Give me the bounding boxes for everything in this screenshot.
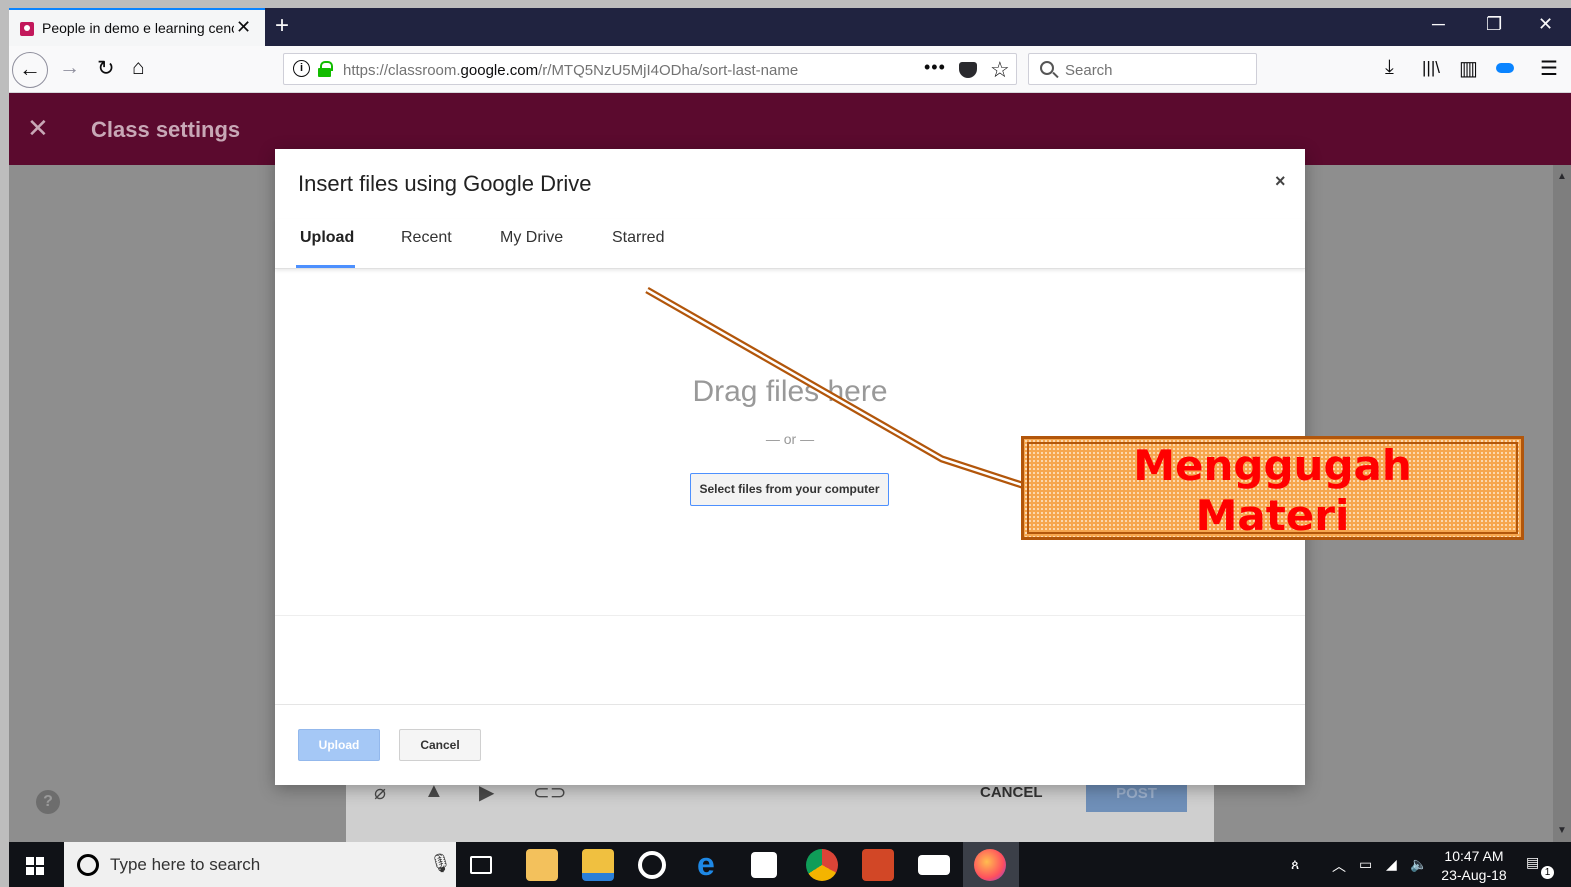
url-text[interactable]: https://classroom.google.com/r/MTQ5NzU5M… bbox=[343, 62, 798, 79]
tab-recent[interactable]: Recent bbox=[401, 229, 452, 247]
mail-app-icon[interactable] bbox=[526, 849, 558, 881]
page-scrollbar[interactable]: ▲ ▼ bbox=[1553, 165, 1571, 842]
firefox-icon[interactable] bbox=[974, 849, 1006, 881]
drag-files-text[interactable]: Drag files here bbox=[275, 375, 1305, 409]
back-icon[interactable]: ← bbox=[12, 52, 48, 88]
bookmark-star-icon[interactable]: ☆ bbox=[990, 57, 1010, 83]
search-icon bbox=[1040, 61, 1054, 75]
task-view-icon[interactable] bbox=[470, 856, 492, 874]
card-cancel-button[interactable]: CANCEL bbox=[980, 784, 1043, 801]
reload-icon[interactable]: ↻ bbox=[97, 56, 115, 81]
people-icon[interactable]: ጰ bbox=[1291, 856, 1299, 873]
callout-box: Menggugah Materi bbox=[1021, 436, 1524, 540]
chrome-icon[interactable] bbox=[806, 849, 838, 881]
browser-search-input[interactable]: Search bbox=[1028, 53, 1257, 85]
active-tab-indicator bbox=[296, 265, 355, 268]
menu-icon[interactable]: ☰ bbox=[1540, 56, 1558, 81]
callout-text: Menggugah Materi bbox=[1024, 439, 1521, 541]
volume-icon[interactable]: 🔈 bbox=[1410, 856, 1427, 873]
tab-my-drive[interactable]: My Drive bbox=[500, 229, 563, 247]
restore-icon[interactable]: ❐ bbox=[1486, 14, 1502, 35]
info-icon[interactable]: i bbox=[293, 60, 310, 77]
new-tab-icon[interactable]: + bbox=[275, 12, 289, 40]
edge-browser-icon[interactable]: e bbox=[697, 848, 729, 881]
minimize-icon[interactable]: ─ bbox=[1432, 14, 1445, 35]
clock-date: 23-Aug-18 bbox=[1441, 867, 1507, 883]
select-files-button[interactable]: Select files from your computer bbox=[690, 473, 889, 506]
dialog-divider bbox=[275, 615, 1305, 616]
forward-icon[interactable]: → bbox=[59, 56, 80, 80]
cancel-button[interactable]: Cancel bbox=[399, 729, 481, 761]
media-app-icon[interactable] bbox=[638, 851, 666, 879]
browser-tab[interactable]: People in demo e learning cenc ✕ bbox=[9, 8, 265, 46]
dialog-close-icon[interactable]: × bbox=[1275, 171, 1286, 192]
lock-icon[interactable] bbox=[318, 61, 333, 77]
callout-line-1: Menggugah bbox=[1133, 441, 1412, 490]
action-center-icon[interactable]: ▤ bbox=[1526, 854, 1539, 871]
clock-time: 10:47 AM bbox=[1444, 848, 1504, 864]
search-placeholder: Search bbox=[1065, 62, 1113, 79]
windows-start-icon[interactable] bbox=[26, 857, 44, 875]
page-actions-icon[interactable]: ••• bbox=[924, 57, 946, 78]
notification-badge: 1 bbox=[1541, 866, 1554, 879]
dialog-title: Insert files using Google Drive bbox=[298, 171, 592, 196]
onedrive-icon[interactable] bbox=[1496, 63, 1514, 73]
browser-navbar: ← → ↻ ⌂ i https://classroom.google.com/r… bbox=[9, 46, 1571, 93]
upload-button[interactable]: Upload bbox=[298, 729, 380, 761]
office-icon[interactable] bbox=[862, 849, 894, 881]
window-close-icon[interactable]: ✕ bbox=[1538, 14, 1553, 35]
scroll-down-icon[interactable]: ▼ bbox=[1557, 825, 1567, 836]
header-close-icon[interactable]: ✕ bbox=[27, 113, 49, 144]
battery-icon[interactable]: ▭ bbox=[1359, 856, 1372, 873]
help-icon[interactable]: ? bbox=[36, 790, 60, 814]
desktop-screen: People in demo e learning cenc ✕ + ─ ❐ ✕… bbox=[9, 8, 1571, 887]
sidebar-icon[interactable]: ▥ bbox=[1459, 56, 1478, 81]
windows-taskbar: Type here to search 🎙 e ጰ ︿ ▭ ◢ 🔈 10:47 … bbox=[9, 842, 1571, 887]
page-title: Class settings bbox=[91, 117, 241, 142]
taskbar-search-input[interactable]: Type here to search 🎙 bbox=[64, 842, 456, 887]
tab-title: People in demo e learning cenc bbox=[42, 20, 234, 36]
mail-icon[interactable] bbox=[918, 855, 950, 875]
dialog-footer-divider bbox=[275, 704, 1305, 705]
tab-close-icon[interactable]: ✕ bbox=[236, 17, 251, 38]
cortana-icon bbox=[77, 854, 99, 876]
tab-starred[interactable]: Starred bbox=[612, 229, 664, 247]
tab-upload[interactable]: Upload bbox=[300, 229, 354, 247]
home-icon[interactable]: ⌂ bbox=[132, 56, 145, 80]
library-icon[interactable]: |||\ bbox=[1422, 58, 1440, 78]
taskbar-clock[interactable]: 10:47 AM 23-Aug-18 bbox=[1439, 847, 1509, 885]
url-bar[interactable]: i https://classroom.google.com/r/MTQ5NzU… bbox=[283, 53, 1017, 85]
classroom-favicon-icon bbox=[20, 22, 34, 36]
browser-tab-strip: People in demo e learning cenc ✕ + ─ ❐ ✕ bbox=[9, 8, 1571, 46]
wifi-icon[interactable]: ◢ bbox=[1386, 856, 1397, 873]
store-icon[interactable] bbox=[751, 852, 777, 878]
scroll-up-icon[interactable]: ▲ bbox=[1557, 171, 1567, 182]
taskbar-search-placeholder: Type here to search bbox=[110, 855, 261, 874]
downloads-icon[interactable]: ⤓ bbox=[1385, 56, 1394, 79]
microphone-icon[interactable]: 🎙 bbox=[429, 853, 452, 874]
callout-line-2: Materi bbox=[1195, 491, 1350, 540]
tray-chevron-icon[interactable]: ︿ bbox=[1332, 856, 1346, 876]
pocket-icon[interactable] bbox=[959, 62, 977, 78]
file-explorer-icon[interactable] bbox=[582, 849, 614, 881]
dialog-tab-bar: Upload Recent My Drive Starred bbox=[275, 219, 1305, 269]
